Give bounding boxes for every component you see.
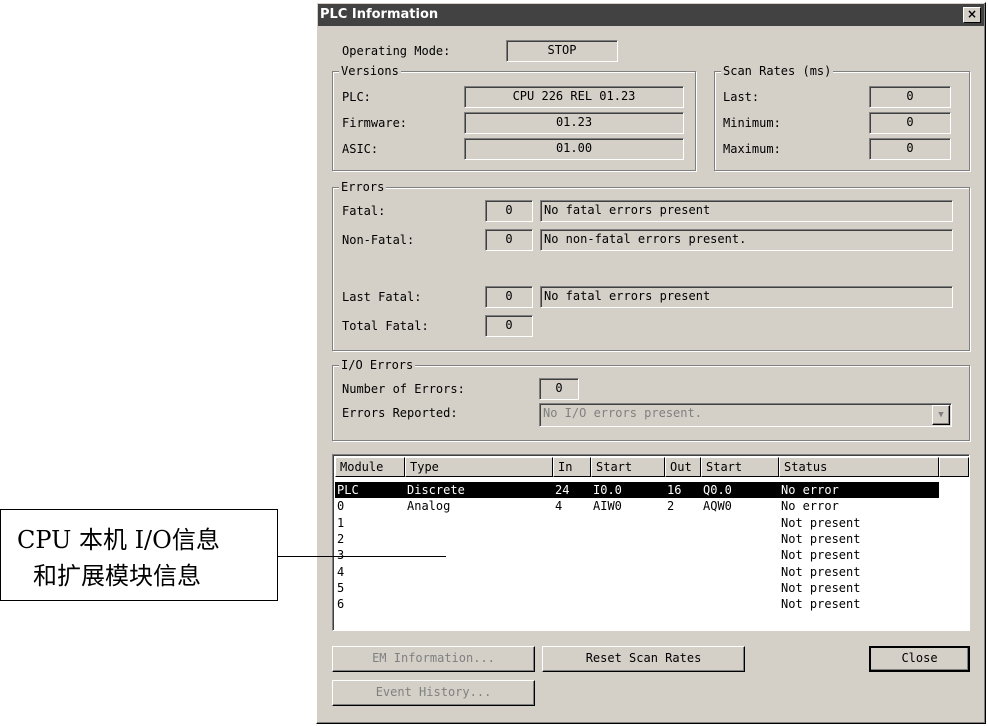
- table-cell-module: PLC: [337, 483, 359, 497]
- scan-maximum-field: 0: [869, 138, 951, 160]
- annotation-line-2: 和扩展模块信息: [33, 562, 201, 590]
- close-button[interactable]: Close: [869, 646, 970, 672]
- table-cell-status: Not present: [781, 580, 861, 595]
- table-row[interactable]: 0 Analog 4 AIW0 2 AQW0 No error: [335, 498, 939, 514]
- table-cell-status: No error: [781, 483, 839, 497]
- asic-label: ASIC:: [342, 142, 379, 156]
- table-cell-status: Not present: [781, 597, 861, 612]
- plc-version-label: PLC:: [342, 90, 371, 104]
- firmware-field: 01.23: [464, 112, 684, 134]
- totalfatal-count: 0: [485, 315, 533, 337]
- io-errors-legend: I/O Errors: [339, 358, 416, 372]
- module-list[interactable]: Module Type In Start Out Start Status PL…: [332, 454, 970, 631]
- errors-legend: Errors: [339, 180, 387, 194]
- close-icon[interactable]: ×: [963, 7, 981, 23]
- table-cell-module: 5: [337, 580, 345, 595]
- errors-reported-value: No I/O errors present.: [543, 406, 702, 420]
- table-row[interactable]: 4 Not present: [335, 564, 939, 580]
- table-row[interactable]: 2 Not present: [335, 531, 939, 547]
- fatal-label: Fatal:: [342, 204, 386, 218]
- table-cell-module: 1: [337, 515, 345, 530]
- table-cell-type: Analog: [407, 499, 451, 514]
- errors-reported-label: Errors Reported:: [342, 406, 458, 420]
- window-title: PLC Information: [320, 7, 439, 22]
- plc-information-dialog: PLC Information × Operating Mode: STOP V…: [316, 2, 986, 724]
- number-of-errors-label: Number of Errors:: [342, 382, 465, 396]
- plc-version-field: CPU 226 REL 01.23: [464, 86, 684, 108]
- table-cell-status: Not present: [781, 548, 861, 563]
- nonfatal-count: 0: [485, 229, 533, 251]
- column-header-out-start[interactable]: Start: [701, 457, 779, 477]
- table-cell-out-start: AQW0: [703, 499, 732, 514]
- column-header-in[interactable]: In: [553, 457, 591, 477]
- totalfatal-label: Total Fatal:: [342, 319, 429, 333]
- lastfatal-label: Last Fatal:: [342, 290, 422, 304]
- lastfatal-text: No fatal errors present: [540, 286, 953, 308]
- annotation-leader-line: [278, 556, 446, 557]
- em-information-button[interactable]: EM Information...: [332, 646, 535, 672]
- column-header-module[interactable]: Module: [335, 457, 405, 477]
- versions-legend: Versions: [339, 64, 401, 78]
- column-header-status[interactable]: Status: [779, 457, 939, 477]
- table-cell-status: No error: [781, 499, 839, 514]
- table-cell-module: 4: [337, 564, 345, 579]
- column-header-out[interactable]: Out: [665, 457, 701, 477]
- lastfatal-count: 0: [485, 286, 533, 308]
- scan-last-field: 0: [869, 86, 951, 108]
- annotation-line-1: CPU 本机 I/O信息: [17, 526, 220, 554]
- table-cell-module: 2: [337, 531, 345, 546]
- nonfatal-text: No non-fatal errors present.: [540, 229, 953, 251]
- column-header-filler: [939, 457, 969, 477]
- table-cell-status: Not present: [781, 515, 861, 530]
- table-row[interactable]: 1 Not present: [335, 515, 939, 531]
- operating-mode-value: STOP: [506, 40, 618, 62]
- operating-mode-label: Operating Mode:: [342, 44, 451, 58]
- table-cell-out: 2: [667, 499, 675, 514]
- table-row[interactable]: PLC Discrete 24 I0.0 16 Q0.0 No error: [335, 482, 939, 498]
- event-history-button[interactable]: Event History...: [332, 680, 535, 706]
- table-row[interactable]: 6 Not present: [335, 596, 939, 612]
- scan-maximum-label: Maximum:: [723, 142, 781, 156]
- table-cell-type: Discrete: [407, 483, 465, 497]
- chevron-down-icon[interactable]: ▼: [932, 405, 950, 425]
- asic-field: 01.00: [464, 138, 684, 160]
- table-cell-out-start: Q0.0: [703, 483, 732, 497]
- table-cell-out: 16: [667, 483, 682, 497]
- scan-minimum-label: Minimum:: [723, 116, 781, 130]
- table-row[interactable]: 5 Not present: [335, 580, 939, 596]
- fatal-count: 0: [485, 200, 533, 222]
- table-cell-status: Not present: [781, 564, 861, 579]
- reset-scan-rates-button[interactable]: Reset Scan Rates: [542, 646, 745, 672]
- number-of-errors-field: 0: [539, 378, 579, 400]
- table-cell-in-start: I0.0: [593, 483, 622, 497]
- scan-rates-legend: Scan Rates (ms): [721, 64, 834, 78]
- scan-minimum-field: 0: [869, 112, 951, 134]
- table-cell-in: 24: [555, 483, 570, 497]
- fatal-text: No fatal errors present: [540, 200, 953, 222]
- scan-last-label: Last:: [723, 90, 760, 104]
- table-cell-status: Not present: [781, 531, 861, 546]
- table-cell-module: 6: [337, 597, 345, 612]
- column-header-type[interactable]: Type: [405, 457, 553, 477]
- nonfatal-label: Non-Fatal:: [342, 233, 415, 247]
- annotation-callout: CPU 本机 I/O信息 和扩展模块信息: [0, 509, 278, 601]
- firmware-label: Firmware:: [342, 116, 408, 130]
- table-cell-module: 0: [337, 499, 345, 514]
- title-bar[interactable]: PLC Information ×: [318, 4, 984, 26]
- table-cell-in-start: AIW0: [593, 499, 622, 514]
- errors-reported-select[interactable]: No I/O errors present. ▼: [539, 403, 952, 427]
- table-cell-in: 4: [555, 499, 563, 514]
- column-header-in-start[interactable]: Start: [591, 457, 665, 477]
